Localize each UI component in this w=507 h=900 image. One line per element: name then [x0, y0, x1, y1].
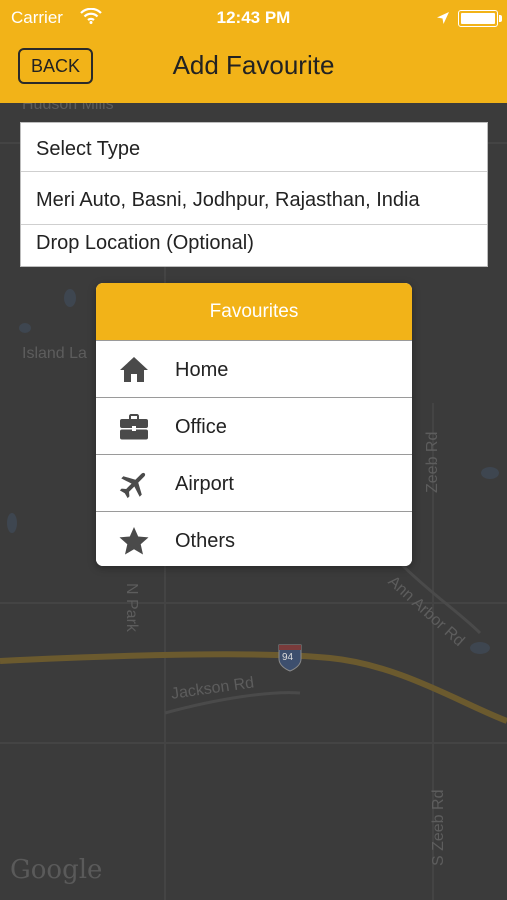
favourite-label: Home: [175, 359, 229, 381]
airplane-icon: [118, 468, 150, 500]
map-label-interstate-94: 94: [282, 652, 294, 663]
popup-title: Favourites: [96, 283, 412, 340]
clock-time: 12:43 PM: [216, 8, 291, 27]
favourite-label: Airport: [175, 473, 234, 495]
favourite-option-others[interactable]: Others: [96, 511, 412, 566]
favourite-option-office[interactable]: Office: [96, 397, 412, 454]
pickup-location-field[interactable]: Meri Auto, Basni, Jodhpur, Rajasthan, In…: [21, 172, 487, 225]
navigation-bar: Carrier 12:43 PM BACK Add Favourite: [0, 0, 507, 103]
location-arrow-icon: [436, 10, 450, 30]
battery-icon: [458, 10, 502, 27]
status-bar: Carrier 12:43 PM: [0, 0, 507, 36]
map-label-island-lake: Island La: [22, 345, 87, 362]
map-label-zeeb-rd: Zeeb Rd: [424, 431, 441, 493]
page-title: Add Favourite: [172, 50, 335, 80]
briefcase-icon: [118, 411, 150, 443]
favourites-popup: Favourites Home Office Airport Others: [96, 283, 412, 566]
home-icon: [118, 354, 150, 386]
map-label-hudson-mills: Hudson Mills: [22, 103, 114, 113]
location-form: Select Type Meri Auto, Basni, Jodhpur, R…: [20, 122, 488, 267]
google-attribution: Google: [10, 855, 103, 885]
star-icon: [118, 525, 150, 557]
favourite-label: Others: [175, 530, 236, 552]
favourite-option-airport[interactable]: Airport: [96, 454, 412, 511]
map-label-n-park: N Park: [123, 583, 140, 632]
map-label-s-zeeb-rd: S Zeeb Rd: [430, 789, 447, 866]
select-type-field[interactable]: Select Type: [21, 123, 487, 172]
drop-location-field[interactable]: Drop Location (Optional): [21, 225, 487, 266]
favourite-label: Office: [175, 416, 227, 438]
favourite-option-home[interactable]: Home: [96, 340, 412, 397]
